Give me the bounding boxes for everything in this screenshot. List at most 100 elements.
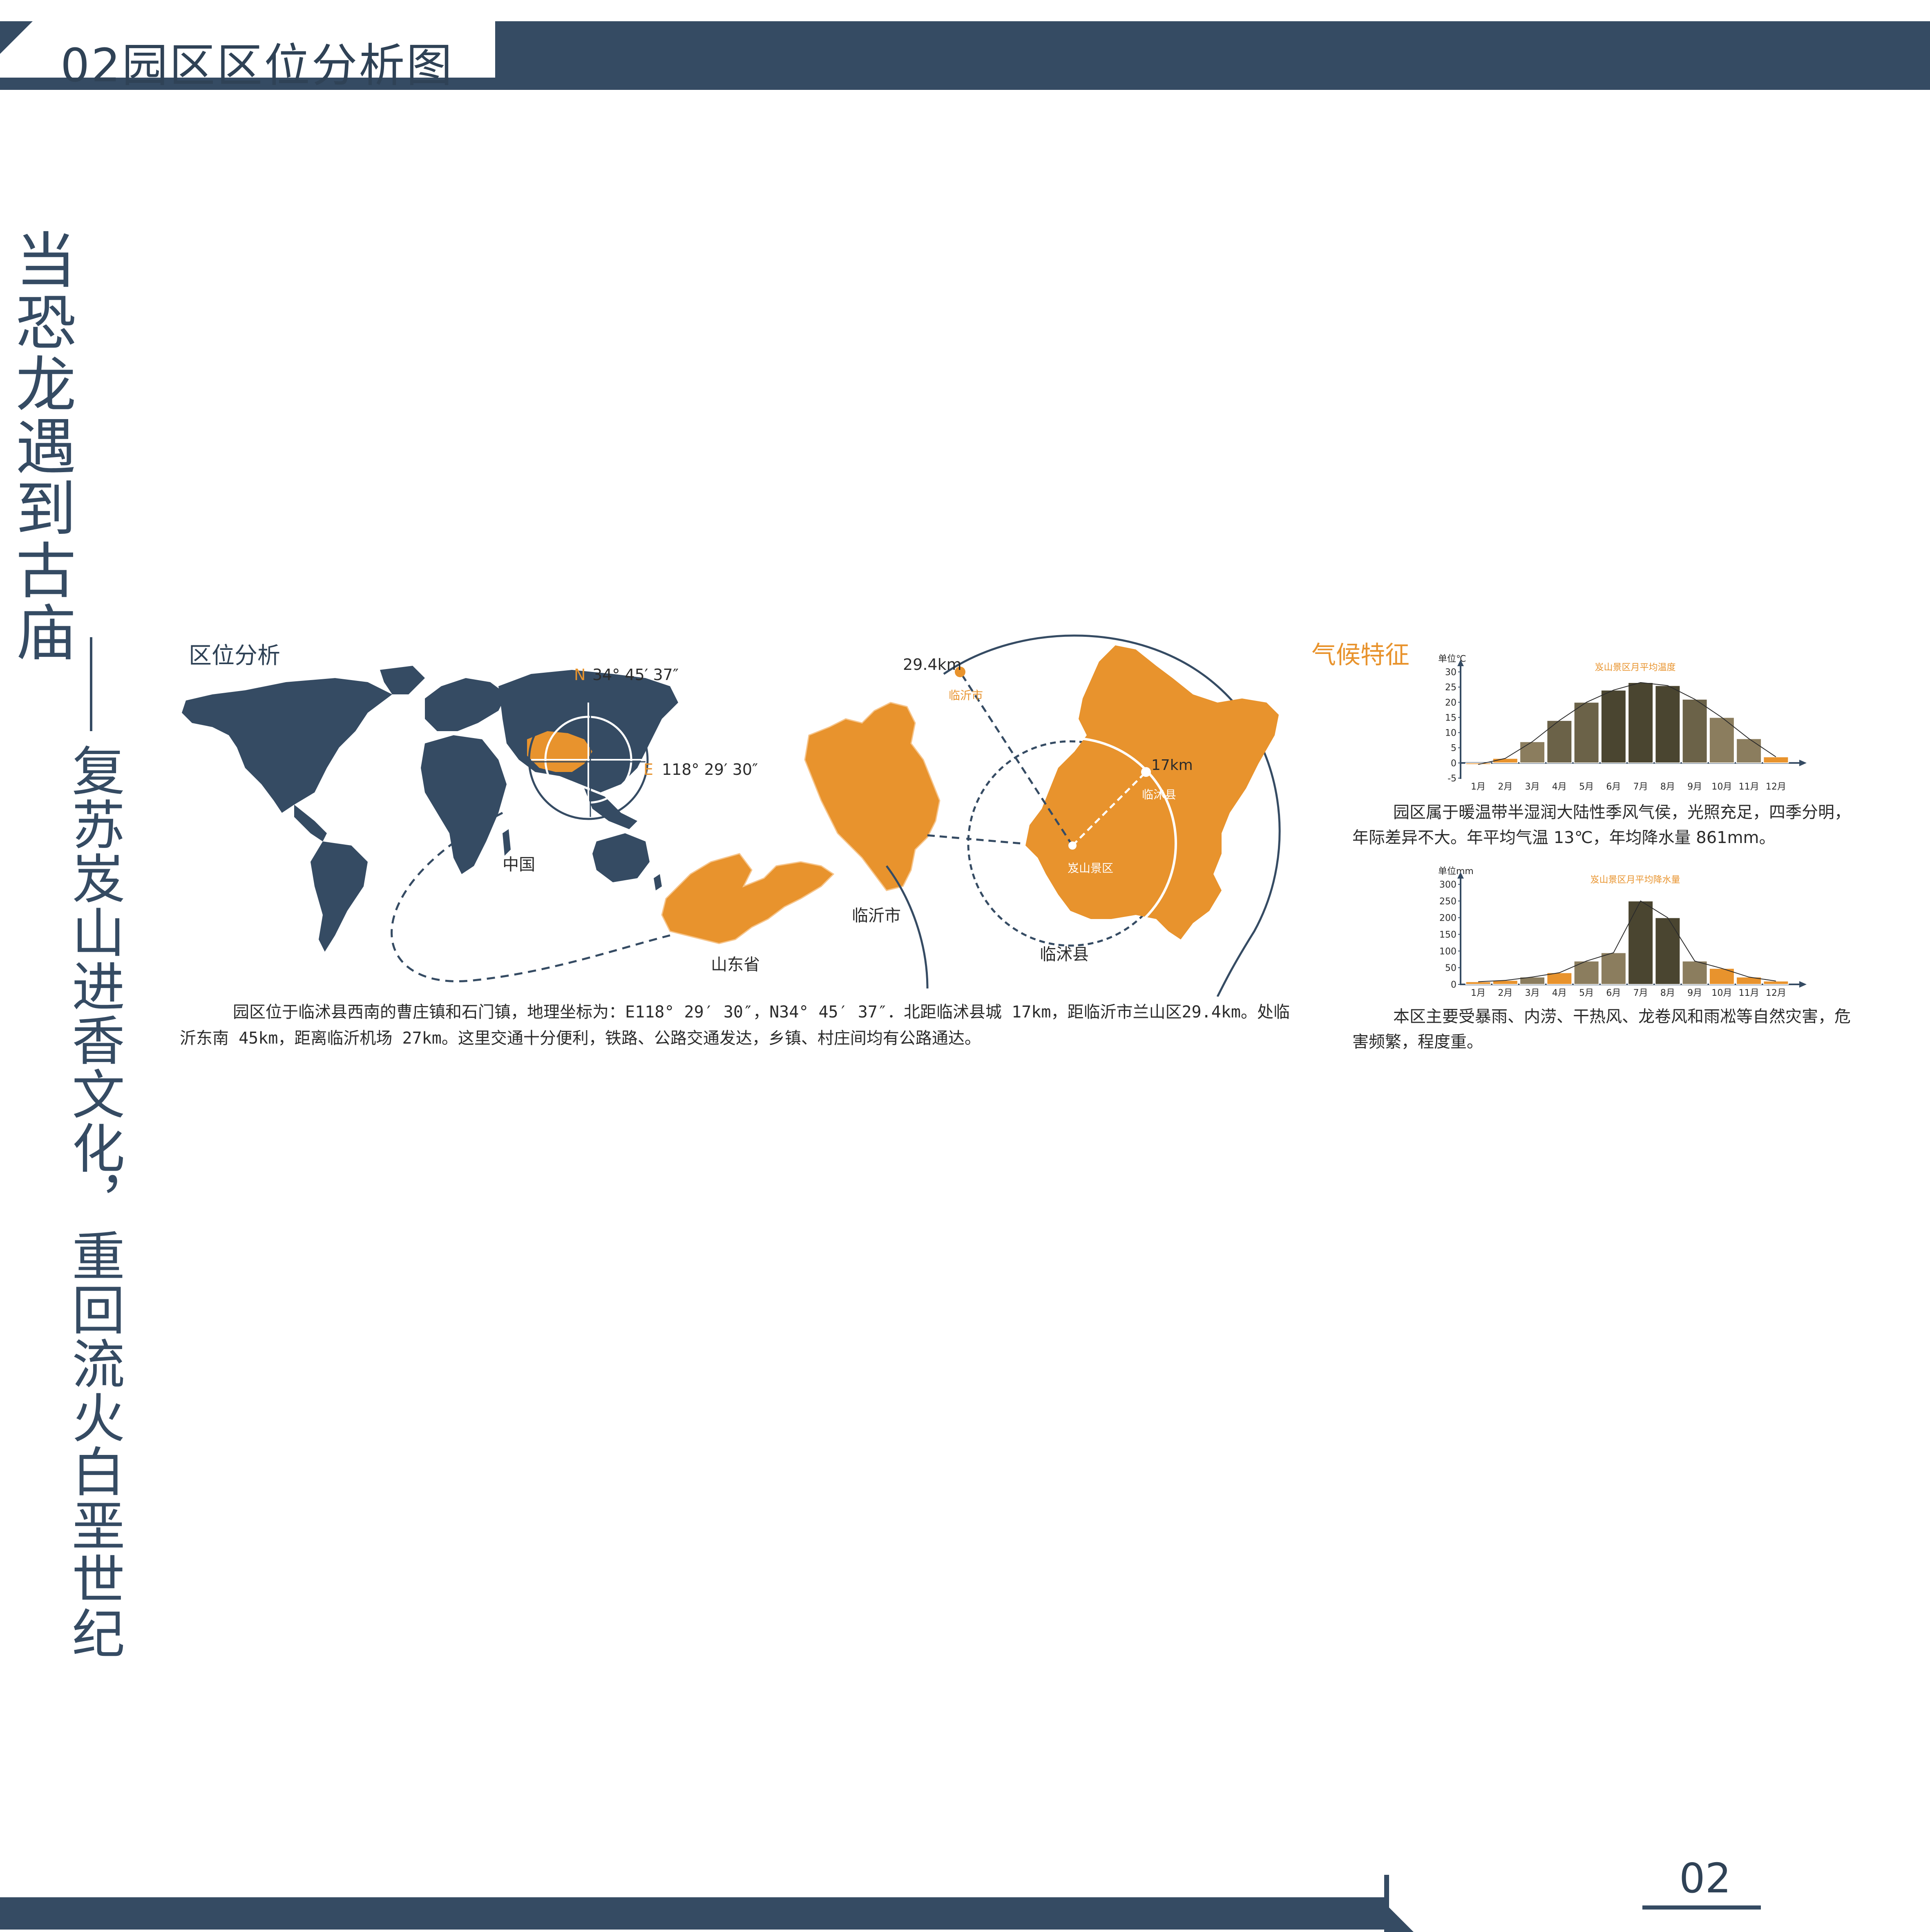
chart-bar bbox=[1600, 952, 1626, 985]
climate-text-2: 本区主要受暴雨、内涝、干热风、龙卷风和雨凇等自然灾害，危害频繁，程度重。 bbox=[1352, 1004, 1863, 1055]
chart-x-tick-label: 6月 bbox=[1606, 782, 1621, 792]
chart-ylabel: 单位mm bbox=[1438, 866, 1474, 877]
southeast-asia bbox=[584, 788, 637, 829]
north-america bbox=[182, 678, 392, 813]
australia bbox=[592, 833, 650, 882]
chart-x-tick-label: 1月 bbox=[1471, 782, 1485, 792]
label-linshu: 临沭县 bbox=[1040, 945, 1089, 964]
chart-y-tick-label: 100 bbox=[1439, 946, 1456, 957]
chart-x-tick-label: 11月 bbox=[1739, 988, 1759, 998]
chart-y-tick-label: 150 bbox=[1439, 930, 1456, 940]
chart-y-tick-label: 250 bbox=[1439, 897, 1456, 907]
chart-bar bbox=[1736, 738, 1762, 763]
linshu-point bbox=[1141, 767, 1151, 777]
label-linyi-small: 临沂市 bbox=[949, 689, 983, 702]
south-america bbox=[310, 841, 368, 952]
chart-y-tick-label: 30 bbox=[1445, 667, 1456, 678]
chart-x-tick-label: 2月 bbox=[1498, 988, 1512, 998]
scenic-point bbox=[1068, 841, 1077, 850]
chart-y-tick-label: 15 bbox=[1445, 713, 1456, 723]
africa bbox=[421, 735, 507, 874]
page-tab bbox=[1384, 1875, 1930, 1932]
chart-x-tick-label: 10月 bbox=[1711, 782, 1732, 792]
chart-y-tick-label: 20 bbox=[1445, 698, 1456, 708]
chart-x-tick-label: 10月 bbox=[1711, 988, 1732, 998]
chart-x-tick-label: 12月 bbox=[1766, 988, 1786, 998]
chart-x-tick-label: 3月 bbox=[1525, 988, 1540, 998]
chart-y-tick-label: 5 bbox=[1451, 743, 1456, 754]
chart-x-tick-label: 8月 bbox=[1660, 988, 1675, 998]
chart-bar bbox=[1600, 689, 1626, 763]
chart-x-tick-label: 3月 bbox=[1525, 782, 1540, 792]
coord-n-letter: N bbox=[574, 666, 585, 684]
chart-y-tick-label: 0 bbox=[1451, 980, 1456, 990]
chart-x-tick-label: 8月 bbox=[1660, 782, 1675, 792]
climate-text-1: 园区属于暖温带半湿润大陆性季风气侯，光照充足，四季分明，年际差异不大。年平均气温… bbox=[1352, 800, 1863, 850]
linyi-map bbox=[804, 702, 940, 891]
chart-x-arrow bbox=[1799, 759, 1807, 766]
new-zealand bbox=[654, 874, 662, 890]
chart-x-tick-label: 9月 bbox=[1687, 782, 1702, 792]
label-shandong: 山东省 bbox=[711, 955, 760, 974]
chart-title: 岌山景区月平均降水量 bbox=[1590, 875, 1680, 885]
climate-text-2-content: 本区主要受暴雨、内涝、干热风、龙卷风和雨凇等自然灾害，危害频繁，程度重。 bbox=[1352, 1007, 1851, 1051]
coord-n-value: 34° 45′ 37″ bbox=[592, 666, 679, 684]
location-description: 园区位于临沭县西南的曹庄镇和石门镇，地理坐标为：E118° 29′ 30″，N3… bbox=[180, 999, 1299, 1051]
coord-e-value: 118° 29′ 30″ bbox=[662, 761, 758, 779]
chart-y-tick-label: 200 bbox=[1439, 913, 1456, 924]
chart-x-tick-label: 6月 bbox=[1606, 988, 1621, 998]
chart-x-tick-label: 4月 bbox=[1552, 988, 1567, 998]
chart-title: 岌山景区月平均温度 bbox=[1595, 663, 1675, 673]
chart-bar bbox=[1763, 980, 1789, 985]
climate-text-1-content: 园区属于暖温带半湿润大陆性季风气侯，光照充足，四季分明，年际差异不大。年平均气温… bbox=[1352, 803, 1851, 847]
world-map bbox=[182, 666, 678, 952]
chart-bar bbox=[1519, 741, 1546, 763]
label-china: 中国 bbox=[503, 855, 535, 874]
chart-x-tick-label: 12月 bbox=[1766, 782, 1786, 792]
shandong-map bbox=[661, 853, 835, 944]
chart-x-tick-label: 2月 bbox=[1498, 782, 1512, 792]
chart-bar bbox=[1573, 702, 1599, 763]
chart-x-tick-label: 11月 bbox=[1739, 782, 1759, 792]
label-linyi: 临沂市 bbox=[852, 906, 901, 925]
label-scenic: 岌山景区 bbox=[1068, 861, 1113, 875]
slogan-sub: 复苏岌山进香文化，重回流火白垩世纪 bbox=[63, 743, 125, 1660]
chart-x-tick-label: 7月 bbox=[1633, 782, 1648, 792]
precipitation-chart: 单位mm 岌山景区月平均降水量 300 250 200 150 100 50 0 1月 2月 3月 4月… bbox=[1438, 866, 1807, 998]
chart-y-tick-label: -5 bbox=[1448, 774, 1456, 784]
chart-bar bbox=[1763, 756, 1789, 763]
dist-linyi: 29.4km bbox=[903, 656, 962, 674]
chart-bar bbox=[1628, 682, 1654, 763]
title-tab: 02园区区位分析图 bbox=[0, 21, 499, 92]
chart-x-tick-label: 7月 bbox=[1633, 988, 1648, 998]
connector-linyi-linshu bbox=[927, 834, 1022, 845]
chart-bar bbox=[1682, 960, 1708, 985]
chart-x-tick-label: 5月 bbox=[1579, 782, 1594, 792]
chart-x-tick-label: 5月 bbox=[1579, 988, 1594, 998]
chart-x-tick-label: 9月 bbox=[1687, 988, 1702, 998]
label-linshu-small: 临沭县 bbox=[1142, 788, 1176, 801]
chart-bar bbox=[1628, 900, 1654, 985]
chart-bar bbox=[1465, 981, 1491, 985]
slogan-dash bbox=[90, 637, 92, 731]
chart-bar bbox=[1655, 685, 1681, 763]
page-number-underline bbox=[1642, 1905, 1761, 1910]
chart-y-tick-label: 300 bbox=[1439, 880, 1456, 890]
dist-linshu: 17km bbox=[1151, 757, 1193, 774]
chart-x-tick-label: 1月 bbox=[1471, 988, 1485, 998]
coord-e-letter: E bbox=[643, 761, 653, 779]
chart-bar bbox=[1655, 917, 1681, 985]
target-reticle bbox=[528, 699, 649, 820]
europe bbox=[425, 678, 507, 731]
page-number: 02 bbox=[1679, 1854, 1731, 1902]
madagascar bbox=[503, 829, 511, 856]
chart-bar bbox=[1682, 698, 1708, 763]
chart-y-tick-label: 10 bbox=[1445, 728, 1456, 738]
slogan-main: 当恐龙遇到古庙 bbox=[5, 229, 76, 663]
location-diagram: N 34° 45′ 37″ E 118° 29′ 30″ 中国 山东省 临沂市 … bbox=[182, 634, 1281, 997]
page-tab-corner bbox=[1389, 1907, 1414, 1932]
chart-x-tick-label: 4月 bbox=[1552, 782, 1567, 792]
page-title: 02园区区位分析图 bbox=[60, 39, 454, 92]
location-description-text: 园区位于临沭县西南的曹庄镇和石门镇，地理坐标为：E118° 29′ 30″，N3… bbox=[180, 1003, 1290, 1048]
chart-y-tick-label: 0 bbox=[1451, 759, 1456, 769]
